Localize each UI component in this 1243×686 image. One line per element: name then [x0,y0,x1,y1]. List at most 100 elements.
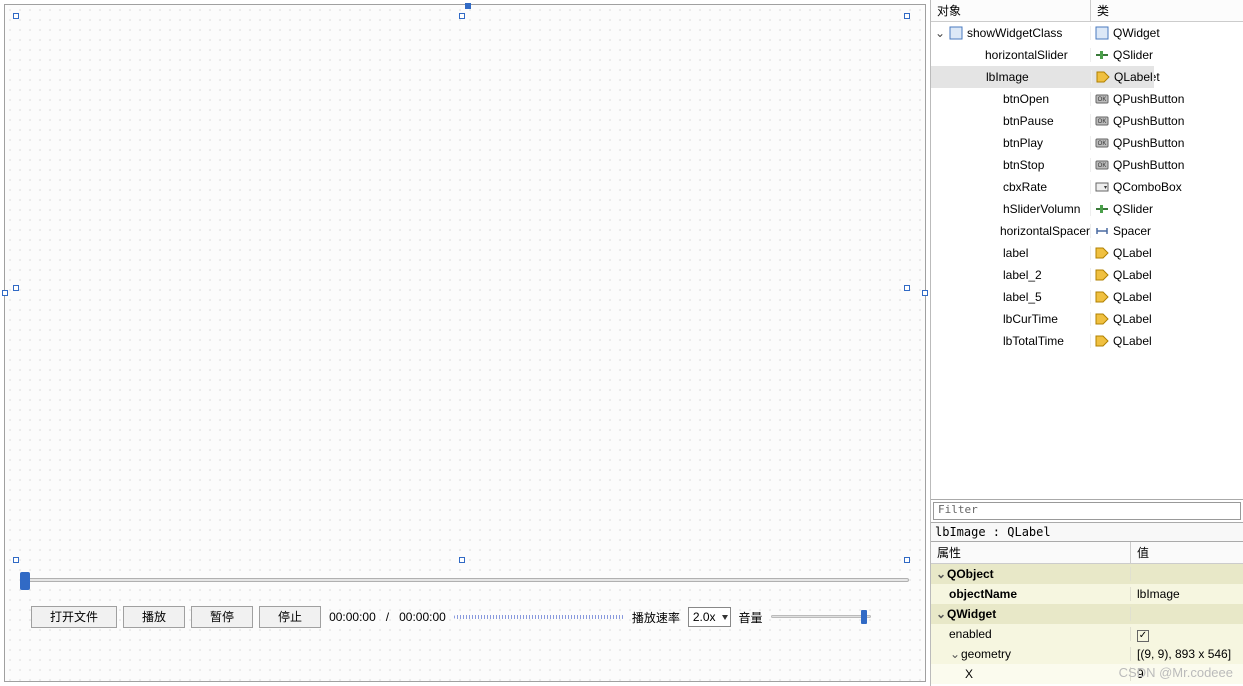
blank-icon [985,268,999,282]
class-name: QLabel [1113,268,1152,282]
prop-name: objectName [949,587,1017,601]
col-class[interactable]: 类 [1091,0,1243,21]
tree-row-horizontalSlider[interactable]: horizontalSliderQSlider [931,44,1243,66]
tree-row-showWidgetClass[interactable]: ⌄showWidgetClassQWidget [931,22,1243,44]
sel-handle[interactable] [13,557,19,563]
resize-handle-left[interactable] [2,290,8,296]
stop-button[interactable]: 停止 [259,606,321,628]
prop-group-QWidget[interactable]: ⌄QWidget [931,604,1243,624]
label-icon [1096,70,1110,84]
prop-row-geometry[interactable]: ⌄geometry [(9, 9), 893 x 546] [931,644,1243,664]
blank-icon [968,70,982,84]
rate-label: 播放速率 [630,609,682,626]
sel-handle[interactable] [904,557,910,563]
prop-name: geometry [961,647,1011,661]
resize-handle-right[interactable] [922,290,928,296]
col-object[interactable]: 对象 [931,0,1091,21]
tree-row-lbImage[interactable]: lbImage QLabel [931,66,1154,88]
object-inspector-header: 对象 类 [931,0,1243,22]
chevron-down-icon[interactable]: ⌄ [949,647,961,661]
object-name: lbImage [986,70,1029,84]
tree-row-cbxRate[interactable]: cbxRateQComboBox [931,176,1243,198]
class-name: QPushButton [1113,136,1184,150]
prop-value[interactable]: lbImage [1137,587,1180,601]
button-icon: OK [1095,114,1109,128]
tree-row-btnOpen[interactable]: btnOpenOKQPushButton [931,88,1243,110]
tree-row-label_2[interactable]: label_2 QLabel [931,264,1243,286]
blank-icon [985,202,999,216]
object-name: label_5 [1003,290,1042,304]
slider-thumb[interactable] [20,572,30,590]
object-name: btnPause [1003,114,1054,128]
class-name: QLabel [1114,70,1153,84]
prop-name: X [965,667,973,681]
button-icon: OK [1095,158,1109,172]
blank-icon [985,114,999,128]
class-name: Spacer [1113,224,1151,238]
tree-row-btnStop[interactable]: btnStopOKQPushButton [931,154,1243,176]
current-time-label: 00:00:00 [327,610,378,624]
prop-value[interactable]: 9 [1137,667,1144,681]
filter-input[interactable]: Filter [933,502,1241,520]
chevron-down-icon[interactable]: ⌄ [935,607,947,621]
object-name: label_2 [1003,268,1042,282]
rate-value: 2.0x [693,610,716,624]
object-name: btnOpen [1003,92,1049,106]
tree-toggle-icon[interactable]: ⌄ [935,26,945,40]
prop-group-QObject[interactable]: ⌄QObject [931,564,1243,584]
tree-row-horizontalSpacer[interactable]: horizontalSpacerSpacer [931,220,1243,242]
checkbox-icon[interactable]: ✓ [1137,630,1149,642]
button-icon: OK [1095,136,1109,150]
slider-icon [1095,48,1109,62]
group-label: QWidget [947,607,996,621]
col-prop[interactable]: 属性 [931,542,1131,563]
blank-icon [985,158,999,172]
open-file-button[interactable]: 打开文件 [31,606,117,628]
combo-icon [1095,180,1109,194]
tree-row-btnPlay[interactable]: btnPlay OK QPushButton [931,132,1243,154]
tree-row-lbTotalTime[interactable]: lbTotalTimeQLabel [931,330,1243,352]
blank-icon [985,136,999,150]
blank-icon [985,246,999,260]
tree-row-lbCurTime[interactable]: lbCurTimeQLabel [931,308,1243,330]
tree-row-hSliderVolumn[interactable]: hSliderVolumnQSlider [931,198,1243,220]
widget-icon [1095,26,1109,40]
play-button[interactable]: 播放 [123,606,185,628]
class-name: QWidget [1113,26,1160,40]
class-name: QPushButton [1113,114,1184,128]
prop-row-objectName[interactable]: objectName lbImage [931,584,1243,604]
pause-button[interactable]: 暂停 [191,606,253,628]
tree-row-label[interactable]: labelQLabel [931,242,1243,264]
prop-value[interactable]: [(9, 9), 893 x 546] [1131,647,1243,661]
sel-handle[interactable] [459,557,465,563]
sel-handle[interactable] [904,285,910,291]
prop-row-X[interactable]: X9 [931,664,1243,684]
rate-combo[interactable]: 2.0x [688,607,731,627]
prop-row-enabled[interactable]: enabled✓ [931,624,1243,644]
horizontal-slider[interactable] [17,570,917,590]
object-inspector[interactable]: 对象 类 ⌄showWidgetClassQWidgethorizontalSl… [931,0,1243,500]
chevron-down-icon[interactable]: ⌄ [935,567,947,581]
blank-icon [967,48,981,62]
sel-handle[interactable] [904,13,910,19]
blank-icon [984,224,996,238]
object-name: label [1003,246,1028,260]
volume-slider[interactable] [771,610,871,624]
svg-text:OK: OK [1098,141,1107,147]
sel-handle[interactable] [459,13,465,19]
label-icon [1095,334,1109,348]
tree-row-btnPause[interactable]: btnPause OK QPushButton [931,110,1243,132]
right-sidebar: 对象 类 ⌄showWidgetClassQWidgethorizontalSl… [930,0,1243,686]
resize-handle-top[interactable] [465,3,471,9]
volume-label: 音量 [737,609,765,626]
volume-thumb[interactable] [861,610,867,624]
sel-handle[interactable] [13,13,19,19]
form-canvas[interactable]: 打开文件 播放 暂停 停止 00:00:00 / 00:00:00 播放速率 2… [4,4,926,682]
object-name: btnPlay [1003,136,1043,150]
property-editor[interactable]: Filter lbImage : QLabel 属性 值 ⌄QObjectobj… [931,500,1243,686]
chevron-down-icon [722,615,728,620]
lb-image-selection[interactable] [15,15,908,561]
sel-handle[interactable] [13,285,19,291]
col-value[interactable]: 值 [1131,542,1243,563]
tree-row-label_5[interactable]: label_5QLabel [931,286,1243,308]
